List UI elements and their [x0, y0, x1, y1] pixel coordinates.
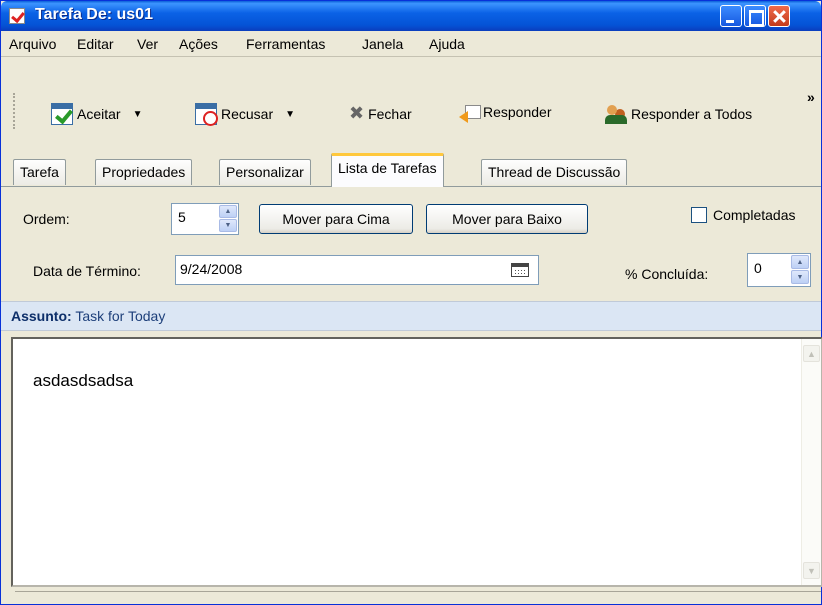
menu-ver[interactable]: Ver	[137, 36, 158, 52]
subject-bar: Assunto: Task for Today	[1, 301, 821, 331]
menu-acoes[interactable]: Ações	[179, 36, 218, 52]
move-up-button[interactable]: Mover para Cima	[259, 204, 413, 234]
tab-propriedades[interactable]: Propriedades	[95, 159, 193, 185]
order-spinner[interactable]: 5 ▲ ▼	[171, 203, 239, 235]
percent-up-arrow-icon[interactable]: ▲	[791, 255, 809, 269]
task-check-icon	[9, 8, 25, 24]
menu-janela[interactable]: Janela	[362, 36, 403, 52]
percent-down-arrow-icon[interactable]: ▼	[791, 270, 809, 284]
reply-all-button[interactable]: Responder a Todos	[605, 103, 752, 125]
decline-calendar-icon	[195, 103, 218, 126]
scroll-down-arrow-icon[interactable]: ▼	[803, 562, 820, 579]
accept-dropdown-icon[interactable]: ▼	[133, 109, 143, 120]
accept-button[interactable]: Aceitar ▼	[51, 103, 142, 125]
reply-icon	[459, 103, 481, 123]
accept-calendar-icon	[51, 103, 73, 125]
toolbar-overflow-chevron-icon[interactable]: »	[807, 89, 815, 105]
order-value: 5	[178, 209, 186, 225]
vertical-scrollbar[interactable]: ▲ ▼	[801, 339, 821, 585]
window-title: Tarefa De: us01	[35, 6, 153, 23]
tab-personalizar[interactable]: Personalizar	[219, 159, 311, 185]
subject-value: Task for Today	[75, 308, 166, 324]
accept-label: Aceitar	[77, 106, 121, 122]
order-up-arrow-icon[interactable]: ▲	[219, 205, 237, 218]
reply-label: Responder	[483, 104, 552, 120]
toolbar-grip[interactable]	[13, 93, 16, 129]
menu-arquivo[interactable]: Arquivo	[9, 36, 56, 52]
close-window-button[interactable]	[768, 5, 790, 27]
tab-lista-de-tarefas[interactable]: Lista de Tarefas	[331, 153, 444, 187]
menu-ferramentas[interactable]: Ferramentas	[246, 36, 325, 52]
due-date-field[interactable]: 9/24/2008	[175, 255, 539, 285]
menu-bar: Arquivo Editar Ver Ações Ferramentas Jan…	[1, 31, 821, 57]
scroll-up-arrow-icon[interactable]: ▲	[803, 345, 820, 362]
due-date-label: Data de Término:	[33, 263, 141, 279]
message-body[interactable]: asdasdsadsa ▲ ▼	[11, 337, 822, 587]
status-bar	[15, 591, 821, 605]
reply-all-label: Responder a Todos	[631, 106, 753, 122]
tab-tarefa[interactable]: Tarefa	[13, 159, 66, 185]
completed-label[interactable]: Completadas	[713, 207, 796, 223]
close-label: Fechar	[368, 105, 412, 122]
completed-checkbox[interactable]	[691, 207, 707, 223]
menu-ajuda[interactable]: Ajuda	[429, 36, 465, 52]
close-x-icon: ✖	[349, 103, 365, 123]
decline-label: Recusar	[221, 106, 274, 122]
date-picker-calendar-icon[interactable]	[511, 263, 529, 277]
move-down-label: Mover para Baixo	[452, 211, 562, 227]
reply-button[interactable]: Responder	[459, 103, 552, 123]
move-down-button[interactable]: Mover para Baixo	[426, 204, 588, 234]
tab-thread-de-discussao[interactable]: Thread de Discussão	[481, 159, 628, 185]
order-spinner-buttons[interactable]: ▲ ▼	[219, 205, 237, 233]
order-label: Ordem:	[23, 211, 70, 227]
decline-dropdown-icon[interactable]: ▼	[285, 109, 295, 120]
title-bar[interactable]: Tarefa De: us01	[1, 1, 821, 31]
close-button[interactable]: ✖ Fechar	[349, 103, 412, 124]
due-date-value: 9/24/2008	[180, 261, 243, 277]
task-window: Tarefa De: us01 Arquivo Editar Ver Ações…	[0, 0, 822, 605]
minimize-button[interactable]	[720, 5, 742, 27]
move-up-label: Mover para Cima	[282, 211, 390, 227]
maximize-button[interactable]	[744, 5, 766, 27]
menu-editar[interactable]: Editar	[77, 36, 114, 52]
order-down-arrow-icon[interactable]: ▼	[219, 219, 237, 232]
percent-complete-spinner[interactable]: 0 ▲ ▼	[747, 253, 811, 287]
decline-button[interactable]: Recusar ▼	[195, 103, 295, 126]
percent-spinner-buttons[interactable]: ▲ ▼	[791, 255, 809, 285]
percent-complete-label: % Concluída:	[625, 266, 709, 282]
percent-complete-value: 0	[754, 260, 762, 276]
subject-label: Assunto:	[11, 308, 72, 324]
message-body-text: asdasdsadsa	[33, 371, 134, 390]
reply-all-people-icon	[605, 103, 627, 125]
